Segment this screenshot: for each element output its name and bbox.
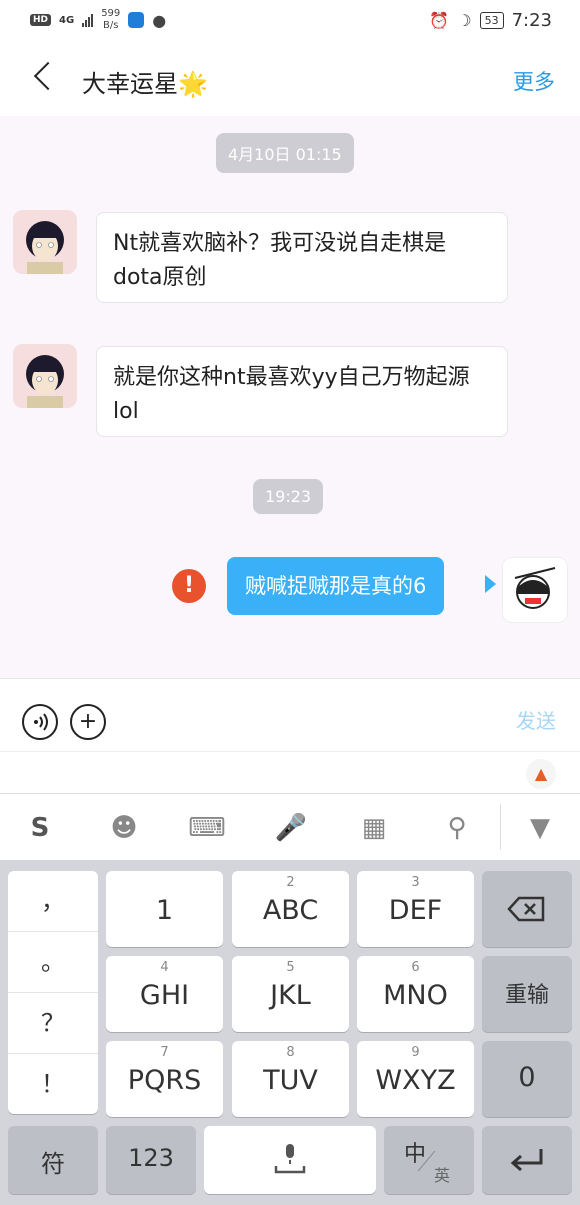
input-bar: + 发送 ▲ [0,678,580,794]
key-ghi[interactable]: 4 GHI [106,956,223,1032]
key-number: 6 [411,960,420,975]
collapse-icon[interactable]: ▼ [520,808,560,848]
contact-avatar[interactable] [13,344,77,408]
bubble-tail [485,575,496,593]
status-bar: HD 4G 599 B/s ● ⏰ ☽ 53 7:23 [0,0,580,44]
clock: 7:23 [511,10,552,31]
battery: 53 [479,12,504,29]
backspace-icon [507,896,545,922]
qq-icon: ● [152,10,167,30]
input-divider [0,751,580,752]
key-abc[interactable]: 2 ABC [232,871,349,947]
key-number: 2 [286,875,295,890]
key-label: 0 [518,1062,536,1093]
status-left: HD 4G 599 B/s ● [30,8,166,32]
key-number: 3 [411,875,420,890]
mic-icon[interactable]: 🎤 [271,808,311,848]
key-label: 123 [128,1144,174,1172]
key-number: 8 [286,1045,295,1060]
signal-icon [82,13,94,27]
key-1[interactable]: 1 [106,871,223,947]
emoji-icon[interactable]: ☻ [104,808,144,848]
key-jkl[interactable]: 5 JKL [232,956,349,1032]
key-label: 1 [155,895,174,926]
more-button[interactable]: 更多 [513,66,555,96]
key-label: TUV [263,1065,318,1096]
input-method-mascot-icon[interactable]: ▲ [526,759,556,789]
back-arrow-icon[interactable] [33,61,63,91]
key-zero[interactable]: 0 [482,1041,572,1117]
key-number: 5 [286,960,295,975]
key-label: JKL [270,980,311,1011]
key-label: DEF [388,895,443,926]
keyboard-toolbar: S ☻ ⌨ 🎤 ▦ ⚲ ▼ [0,793,580,861]
contact-avatar[interactable] [13,210,77,274]
keyboard-icon[interactable]: ⌨ [187,808,227,848]
space-mic-icon [274,1144,306,1174]
toolbar-divider [500,804,501,850]
send-button[interactable]: 发送 [516,705,556,734]
key-label: 重输 [504,983,549,1008]
enter-button[interactable] [482,1126,572,1194]
message-bubble-incoming[interactable]: 就是你这种nt最喜欢yy自己万物起源lol [96,346,508,437]
speed-value: 599 [101,8,121,19]
chat-area: 4月10日 01:15 Nt就喜欢脑补？我可没说自走棋是dota原创 就是你这种… [0,116,580,678]
enter-icon [510,1149,543,1172]
backspace-button[interactable] [482,871,572,947]
language-toggle-button[interactable]: 中 英 [384,1126,474,1194]
punct-key[interactable]: ？ [8,993,98,1054]
hd-badge: HD [30,14,52,26]
chat-header: 大幸运星🌟 更多 [0,44,580,116]
send-failed-icon[interactable]: ! [172,569,206,603]
speed-indicator: 599 B/s [101,8,120,32]
moon-icon: ☽ [457,11,472,30]
sogou-logo-icon[interactable]: S [20,808,60,848]
punct-key[interactable]: ！ [8,1054,98,1114]
my-avatar[interactable] [502,557,568,623]
search-icon[interactable]: ⚲ [437,808,477,848]
symbol-button[interactable]: 符 [8,1126,98,1194]
plus-icon[interactable]: + [70,704,106,740]
key-label: PQRS [127,1065,202,1096]
lang-sub-label: 英 [434,1166,451,1185]
key-wxyz[interactable]: 9 WXYZ [357,1041,474,1117]
keyboard: ， 。 ？ ！ 1 2 ABC 3 DEF 4 GHI 5 JKL 6 MNO … [0,860,580,1205]
key-tuv[interactable]: 8 TUV [232,1041,349,1117]
alarm-icon: ⏰ [429,11,450,30]
message-bubble-outgoing[interactable]: 贼喊捉贼那是真的6 [227,557,445,615]
timestamp: 4月10日 01:15 [216,133,354,173]
key-mno[interactable]: 6 MNO [357,956,474,1032]
shield-icon [128,12,145,28]
key-number: 7 [160,1045,169,1060]
key-label: MNO [383,980,448,1011]
key-label: WXYZ [375,1065,456,1096]
key-label: 符 [41,1150,65,1178]
space-button[interactable] [204,1126,376,1194]
punctuation-column: ， 。 ？ ！ [8,871,98,1114]
key-number: 4 [160,960,169,975]
message-bubble-incoming[interactable]: Nt就喜欢脑补？我可没说自走棋是dota原创 [96,212,508,303]
chat-title: 大幸运星🌟 [82,70,208,98]
key-label: ABC [262,895,319,926]
key-pqrs[interactable]: 7 PQRS [106,1041,223,1117]
voice-icon[interactable] [22,704,58,740]
key-number: 9 [411,1045,420,1060]
reinput-button[interactable]: 重输 [482,956,572,1032]
number-mode-button[interactable]: 123 [106,1126,196,1194]
status-right: ⏰ ☽ 53 7:23 [429,10,552,31]
punct-key[interactable]: 。 [8,932,98,993]
key-label: GHI [139,980,190,1011]
key-def[interactable]: 3 DEF [357,871,474,947]
grid-icon[interactable]: ▦ [354,808,394,848]
speed-unit: B/s [103,20,119,31]
punct-key[interactable]: ， [8,871,98,932]
timestamp: 19:23 [253,479,324,514]
network-label: 4G [59,14,75,26]
